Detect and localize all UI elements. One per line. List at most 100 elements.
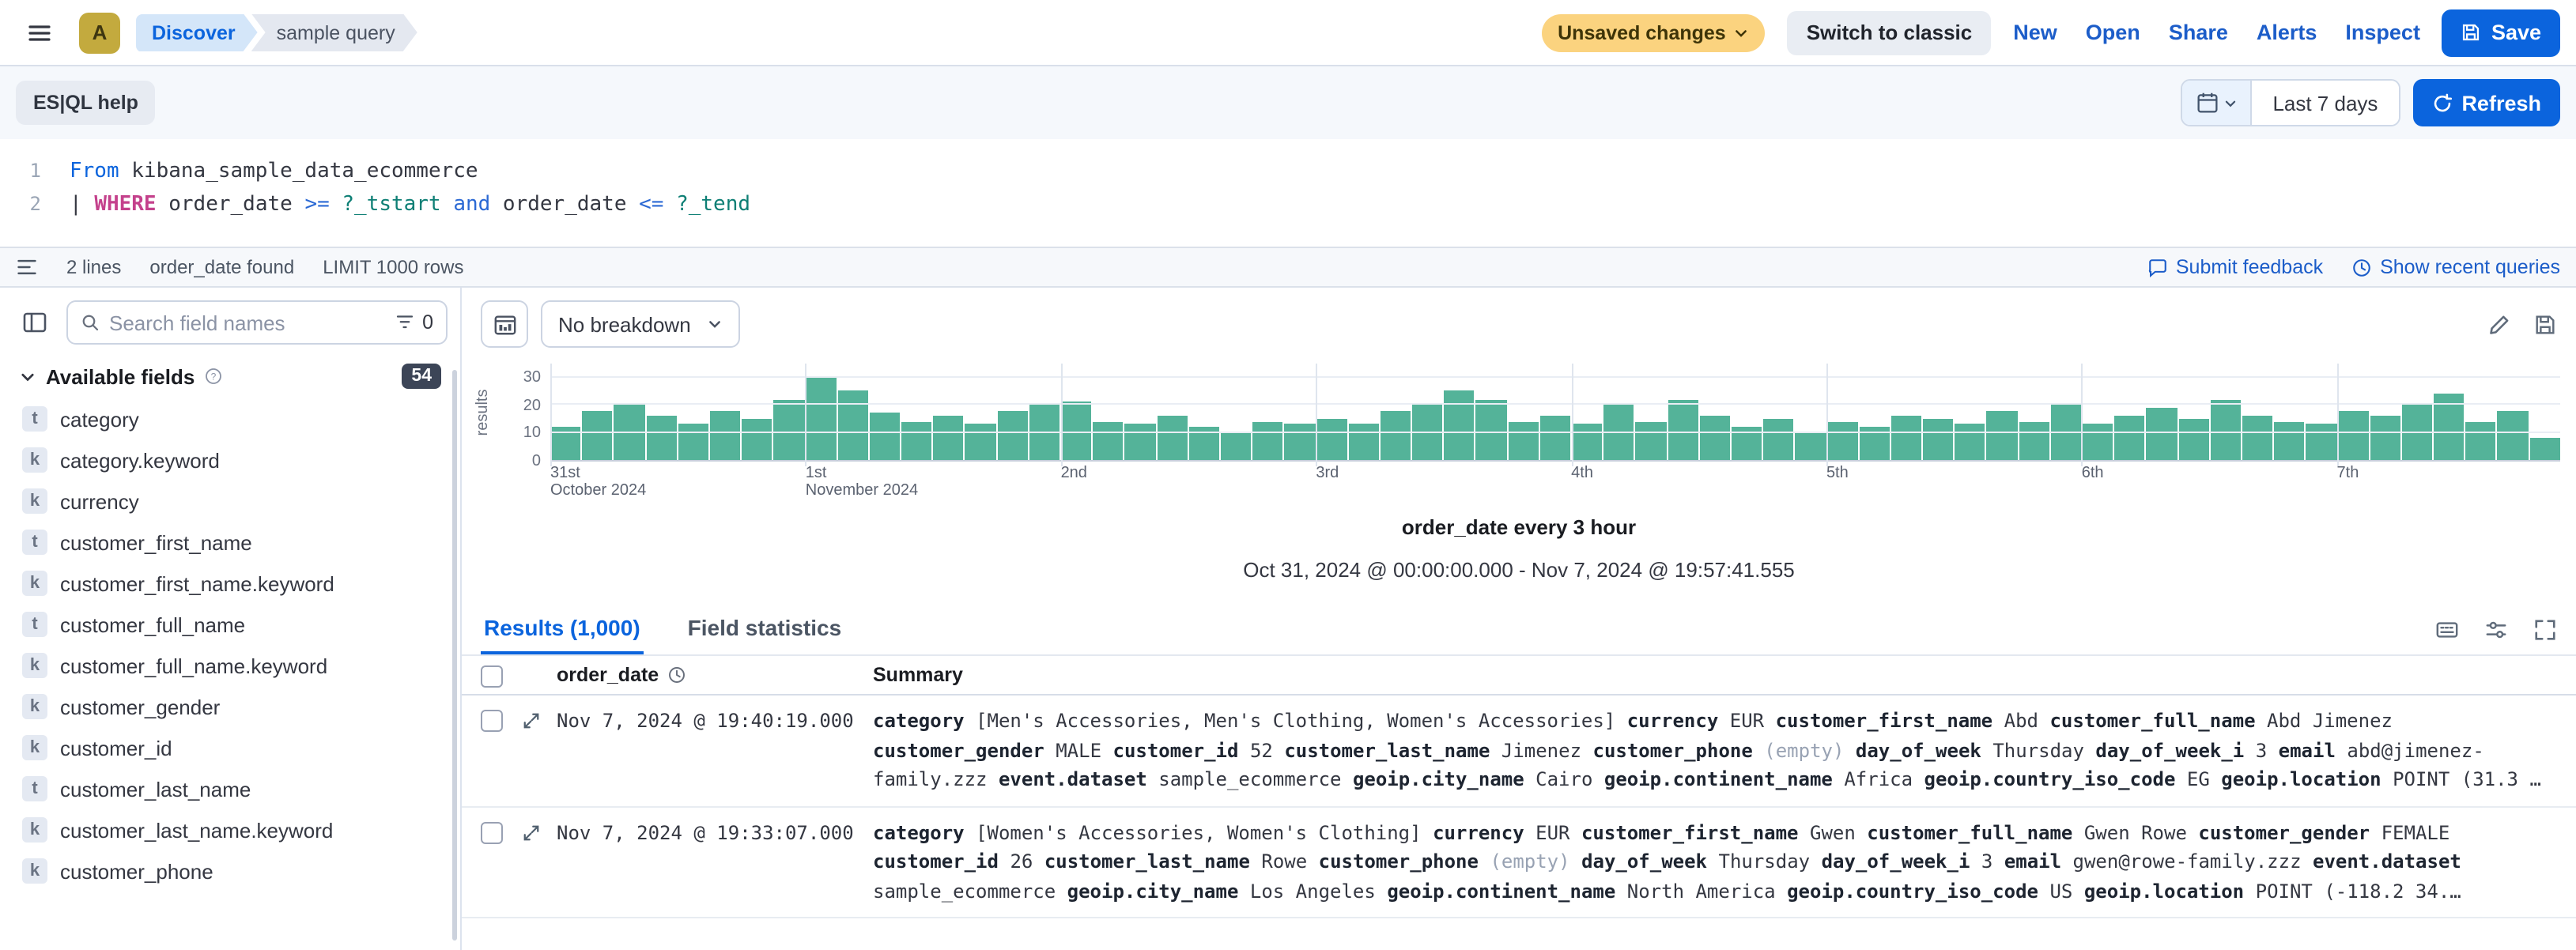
histogram-bar bbox=[1476, 399, 1506, 460]
display-options-icon[interactable] bbox=[2435, 617, 2459, 641]
editor-line[interactable]: 2| WHERE order_date >= ?_tstart and orde… bbox=[0, 188, 2576, 221]
field-item[interactable]: tcategory bbox=[13, 398, 448, 439]
field-item[interactable]: kcurrency bbox=[13, 481, 448, 522]
header-action-new[interactable]: New bbox=[2013, 21, 2057, 44]
panel-collapse-icon bbox=[22, 310, 47, 335]
summary-cell[interactable]: category [Women's Accessories, Women's C… bbox=[873, 818, 2576, 906]
editor-line[interactable]: 1From kibana_sample_data_ecommerce bbox=[0, 155, 2576, 188]
order-date-cell[interactable]: Nov 7, 2024 @ 19:40:19.000 bbox=[557, 707, 873, 735]
histogram-bar bbox=[1700, 416, 1730, 460]
histogram-bar bbox=[2338, 410, 2368, 460]
x-tick-label: 2nd bbox=[1061, 465, 1087, 482]
histogram-bar bbox=[1381, 410, 1411, 460]
histogram-bar bbox=[1891, 416, 1921, 460]
sidebar-scrollbar[interactable] bbox=[452, 370, 457, 941]
field-item[interactable]: kcustomer_first_name.keyword bbox=[13, 563, 448, 604]
field-item[interactable]: tcustomer_first_name bbox=[13, 522, 448, 563]
switch-to-classic-button[interactable]: Switch to classic bbox=[1788, 10, 1992, 55]
histogram-plot[interactable] bbox=[550, 364, 2560, 462]
results-table: order_date Summary Nov 7, 2024 @ 19:40:1… bbox=[462, 654, 2576, 950]
toggle-chart-button[interactable] bbox=[481, 300, 528, 348]
histogram-bar bbox=[1252, 421, 1282, 460]
histogram-bar bbox=[2306, 424, 2336, 460]
histogram-bar bbox=[582, 410, 612, 460]
menu-button[interactable] bbox=[16, 9, 63, 56]
breakdown-select[interactable]: No breakdown bbox=[541, 300, 740, 348]
histogram-bar bbox=[2274, 421, 2304, 460]
day-gridline bbox=[1571, 364, 1573, 466]
histogram-bar bbox=[646, 416, 676, 460]
field-item[interactable]: kcustomer_id bbox=[13, 727, 448, 768]
available-fields-count: 54 bbox=[402, 364, 441, 389]
recent-queries-link[interactable]: Show recent queries bbox=[2351, 256, 2560, 278]
time-range-button[interactable]: Last 7 days bbox=[2252, 81, 2398, 125]
date-picker-calendar-button[interactable] bbox=[2182, 81, 2252, 125]
histogram-bar bbox=[1157, 416, 1187, 460]
tab-results[interactable]: Results (1,000) bbox=[481, 604, 644, 654]
histogram-bar bbox=[1285, 424, 1315, 460]
field-item[interactable]: kcustomer_phone bbox=[13, 850, 448, 892]
field-item[interactable]: kcategory.keyword bbox=[13, 439, 448, 481]
search-icon bbox=[81, 313, 100, 332]
header-action-open[interactable]: Open bbox=[2086, 21, 2140, 44]
histogram-bar bbox=[774, 399, 804, 460]
tab-field-statistics[interactable]: Field statistics bbox=[685, 604, 845, 654]
field-item[interactable]: kcustomer_gender bbox=[13, 686, 448, 727]
space-avatar[interactable]: A bbox=[79, 12, 120, 53]
histogram-bar bbox=[837, 391, 867, 460]
esql-editor[interactable]: 1From kibana_sample_data_ecommerce2| WHE… bbox=[0, 139, 2576, 247]
editor-status-bar: 2 lines order_date found LIMIT 1000 rows… bbox=[0, 247, 2576, 288]
column-header-summary[interactable]: Summary bbox=[873, 664, 2576, 686]
field-type-icon-k: k bbox=[22, 735, 47, 760]
save-visualization-icon[interactable] bbox=[2533, 312, 2557, 336]
field-search-placeholder: Search field names bbox=[109, 311, 386, 334]
column-header-order-date[interactable]: order_date bbox=[557, 664, 873, 686]
header-action-inspect[interactable]: Inspect bbox=[2345, 21, 2420, 44]
expand-row-icon[interactable] bbox=[522, 823, 541, 842]
x-tick-label: 1stNovember 2024 bbox=[806, 465, 918, 500]
header-action-alerts[interactable]: Alerts bbox=[2257, 21, 2317, 44]
histogram-bar bbox=[2147, 408, 2177, 460]
fullscreen-icon[interactable] bbox=[2533, 617, 2557, 641]
unsaved-changes-badge[interactable]: Unsaved changes bbox=[1542, 13, 1766, 51]
histogram-bar bbox=[1668, 399, 1698, 460]
row-checkbox[interactable] bbox=[481, 710, 503, 732]
summary-cell[interactable]: category [Men's Accessories, Men's Cloth… bbox=[873, 707, 2576, 794]
gridline bbox=[550, 403, 2560, 405]
histogram-bar bbox=[2242, 416, 2272, 460]
refresh-icon bbox=[2431, 92, 2452, 113]
field-filter-button[interactable]: 0 bbox=[395, 311, 433, 334]
help-circle-icon: ? bbox=[204, 367, 223, 386]
header-action-share[interactable]: Share bbox=[2169, 21, 2228, 44]
histogram-bar bbox=[1093, 421, 1123, 460]
field-search-input[interactable]: Search field names 0 bbox=[66, 300, 448, 345]
select-all-checkbox[interactable] bbox=[481, 665, 503, 688]
chart-title: order_date every 3 hour bbox=[462, 515, 2576, 539]
y-axis-label: results bbox=[474, 390, 492, 436]
order-date-cell[interactable]: Nov 7, 2024 @ 19:33:07.000 bbox=[557, 818, 873, 846]
submit-feedback-link[interactable]: Submit feedback bbox=[2147, 256, 2323, 278]
field-type-icon-k: k bbox=[22, 571, 47, 596]
expand-row-icon[interactable] bbox=[522, 711, 541, 730]
edit-visualization-icon[interactable] bbox=[2487, 312, 2511, 336]
x-tick-label: 5th bbox=[1826, 465, 1849, 482]
field-type-icon-t: t bbox=[22, 776, 47, 801]
y-tick-label: 0 bbox=[532, 453, 541, 470]
esql-help-button[interactable]: ES|QL help bbox=[16, 81, 156, 125]
sort-fields-icon[interactable] bbox=[2484, 617, 2508, 641]
available-fields-header[interactable]: Available fields ? 54 bbox=[13, 345, 448, 398]
row-checkbox[interactable] bbox=[481, 821, 503, 843]
breadcrumb-saved-search[interactable]: sample query bbox=[251, 13, 417, 51]
field-item[interactable]: tcustomer_full_name bbox=[13, 604, 448, 645]
save-button[interactable]: Save bbox=[2442, 9, 2560, 56]
clock-icon bbox=[2351, 257, 2372, 277]
day-gridline bbox=[806, 364, 807, 466]
refresh-button[interactable]: Refresh bbox=[2412, 79, 2560, 126]
field-item[interactable]: kcustomer_full_name.keyword bbox=[13, 645, 448, 686]
histogram-bar bbox=[1603, 405, 1634, 460]
field-item[interactable]: tcustomer_last_name bbox=[13, 768, 448, 809]
collapse-sidebar-button[interactable] bbox=[13, 300, 57, 345]
breadcrumb-discover[interactable]: Discover bbox=[136, 13, 258, 51]
field-item[interactable]: kcustomer_last_name.keyword bbox=[13, 809, 448, 850]
histogram-bar bbox=[2019, 421, 2049, 460]
